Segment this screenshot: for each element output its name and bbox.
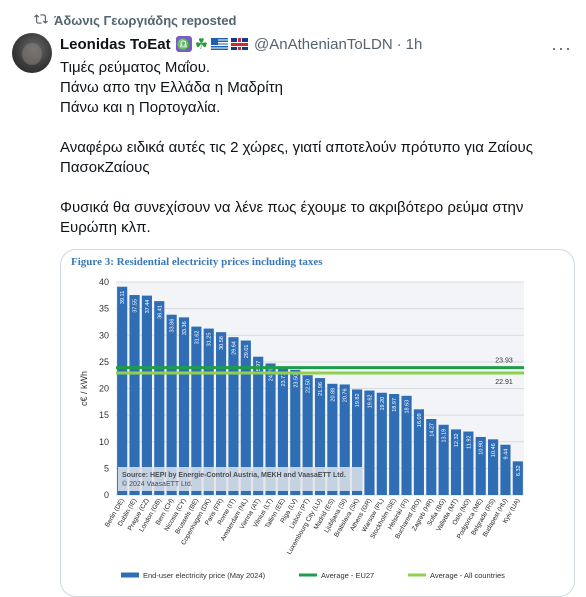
tweet-line: ΠασοκΖαίους bbox=[60, 159, 150, 176]
profile-badges: ♎ ☘ bbox=[175, 35, 249, 53]
dot-separator: · bbox=[396, 35, 402, 53]
y-axis-label: c€ / kWh bbox=[79, 371, 89, 406]
bar bbox=[117, 286, 128, 495]
bar-value-label: 20.76 bbox=[343, 388, 349, 402]
copyright-text: © 2024 VaasaETT Ltd. bbox=[122, 480, 193, 488]
legend-swatch bbox=[299, 573, 317, 577]
author-handle[interactable]: @AnAthenianToLDN bbox=[254, 36, 393, 53]
tweet-line: Ευρώπη κλπ. bbox=[60, 219, 151, 236]
bar-value-label: 33.86 bbox=[170, 319, 176, 333]
y-tick-label: 30 bbox=[99, 330, 109, 340]
bar-value-label: 31.62 bbox=[194, 331, 200, 345]
line-break bbox=[60, 118, 570, 138]
tweet-line: Πάνω και η Πορτογαλία. bbox=[60, 99, 221, 116]
y-tick-label: 10 bbox=[99, 437, 109, 447]
legend-swatch bbox=[408, 573, 426, 577]
bar-value-label: 16.09 bbox=[417, 413, 423, 427]
tweet-line: Αναφέρω ειδικά αυτές τις 2 χώρες, γιατί … bbox=[60, 139, 533, 156]
y-tick-label: 15 bbox=[99, 410, 109, 420]
bar-value-label: 23.71 bbox=[281, 373, 287, 387]
bar-value-label: 37.44 bbox=[145, 300, 151, 314]
bar-value-label: 20.88 bbox=[330, 388, 336, 402]
y-tick-label: 35 bbox=[99, 304, 109, 314]
tweet-line: Πάνω απο την Ελλάδα η Μαδρίτη bbox=[60, 79, 283, 96]
avatar[interactable] bbox=[12, 33, 52, 73]
y-tick-label: 25 bbox=[99, 357, 109, 367]
line-break bbox=[60, 178, 570, 198]
bar bbox=[141, 295, 152, 495]
libra-icon: ♎ bbox=[175, 36, 192, 52]
greek-flag-icon bbox=[211, 38, 229, 50]
y-tick-label: 20 bbox=[99, 384, 109, 394]
tweet-media-chart[interactable]: Figure 3: Residential electricity prices… bbox=[60, 249, 575, 597]
tweet-text: Τιμές ρεύματος Μαΐου. Πάνω απο την Ελλάδ… bbox=[60, 58, 570, 238]
average-value-label: 22.91 bbox=[495, 379, 513, 386]
source-text: Source: HEPI by Energie-Control Austria,… bbox=[122, 472, 346, 479]
bar-value-label: 11.92 bbox=[466, 436, 472, 449]
bar-value-label: 13.19 bbox=[442, 429, 448, 443]
bar-value-label: 19.20 bbox=[380, 397, 386, 411]
tweet-line: Τιμές ρεύματος Μαΐου. bbox=[60, 59, 211, 76]
bar-value-label: 12.32 bbox=[454, 433, 460, 447]
bar-value-label: 31.25 bbox=[207, 333, 213, 347]
bar-value-label: 19.82 bbox=[355, 393, 361, 407]
bar-value-label: 29.64 bbox=[231, 341, 237, 355]
bar-value-label: 6.32 bbox=[516, 465, 522, 476]
bar bbox=[129, 295, 140, 495]
repost-icon bbox=[34, 12, 48, 29]
legend-label: End-user electricity price (May 2024) bbox=[143, 571, 266, 580]
y-tick-label: 40 bbox=[99, 277, 109, 287]
legend-swatch bbox=[121, 572, 139, 578]
bar-value-label: 14.27 bbox=[429, 423, 435, 437]
average-value-label: 23.93 bbox=[495, 358, 513, 365]
bar-value-label: 10.90 bbox=[479, 441, 485, 455]
bar-value-label: 19.62 bbox=[367, 395, 373, 409]
uk-flag-icon bbox=[231, 38, 249, 50]
author-name[interactable]: Leonidas ToEat bbox=[60, 36, 171, 53]
bar-chart: 0510152025303540c€ / kWh39.11Berlin (DE)… bbox=[79, 277, 524, 580]
repost-text: Άδωνις Γεωργιάδης reposted bbox=[54, 13, 237, 28]
tweet-line: Φυσικά θα συνεχίσουν να λένε πως έχουμε … bbox=[60, 199, 524, 216]
y-tick-label: 0 bbox=[104, 490, 109, 500]
shamrock-icon: ☘ bbox=[194, 36, 209, 53]
bar-value-label: 29.01 bbox=[244, 345, 250, 359]
bar-value-label: 33.36 bbox=[182, 321, 188, 335]
bar-value-label: 23.50 bbox=[293, 374, 299, 388]
y-tick-label: 5 bbox=[104, 463, 109, 473]
bar-value-label: 10.46 bbox=[491, 443, 497, 457]
bar bbox=[154, 301, 165, 495]
timestamp[interactable]: 1h bbox=[406, 36, 423, 53]
repost-indicator[interactable]: Άδωνις Γεωργιάδης reposted bbox=[34, 12, 236, 29]
bar-value-label: 22.50 bbox=[306, 379, 312, 393]
bar-value-label: 21.96 bbox=[318, 382, 324, 396]
bar-value-label: 9.44 bbox=[503, 449, 509, 460]
bar-value-label: 37.55 bbox=[133, 299, 139, 313]
bar-value-label: 39.11 bbox=[120, 291, 126, 304]
more-options-icon[interactable]: ··· bbox=[551, 38, 572, 59]
bar-value-label: 18.63 bbox=[405, 400, 411, 414]
legend-label: Average - All countries bbox=[430, 571, 505, 580]
bar-value-label: 18.97 bbox=[392, 398, 398, 412]
bar-value-label: 30.58 bbox=[219, 336, 225, 350]
tweet-header: Leonidas ToEat ♎ ☘ @AnAthenianToLDN · 1h bbox=[60, 35, 423, 54]
bar-value-label: 36.41 bbox=[157, 305, 163, 319]
legend-label: Average - EU27 bbox=[321, 571, 374, 580]
